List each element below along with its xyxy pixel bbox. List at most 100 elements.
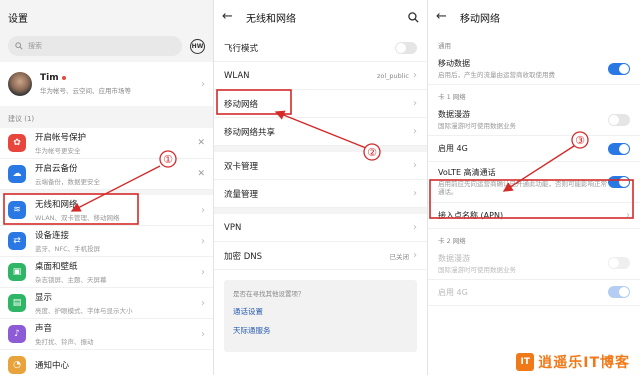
dns-value: 已关闭 xyxy=(389,252,410,261)
suggestion-title: 开启帐号保护 xyxy=(35,133,87,143)
group-sim2-label: 卡 2 网络 xyxy=(438,236,466,245)
item-title: 显示 xyxy=(35,293,53,303)
row-title: 数据漫游 xyxy=(438,253,470,263)
suggestion-cloud-backup[interactable]: ☁ 开启云备份 云端备份，数据更安全 ✕ xyxy=(0,159,213,190)
row-label: WLAN xyxy=(224,70,250,81)
chevron-right-icon: › xyxy=(413,126,417,137)
device-link-icon: ⇄ xyxy=(8,232,26,250)
close-icon[interactable]: ✕ xyxy=(197,138,205,148)
row-label: 双卡管理 xyxy=(224,161,259,172)
avatar xyxy=(8,72,32,96)
row-title: VoLTE 高清通话 xyxy=(438,168,496,178)
account-name: Tim xyxy=(40,73,59,83)
mobile-network-row[interactable]: 移动网络 › xyxy=(214,90,427,118)
chevron-right-icon: › xyxy=(201,266,205,278)
account-sub: 华为帐号、云空间、应用市场等 xyxy=(40,87,131,95)
airplane-mode-toggle[interactable] xyxy=(395,41,417,54)
chevron-right-icon: › xyxy=(201,235,205,247)
apn-row[interactable]: 接入点名称 (APN) › xyxy=(428,203,640,229)
volte-row[interactable]: VoLTE 高清通话 启用前应先向运营商确认已开通此功能，否则可能影响正常通话。 xyxy=(428,162,640,203)
chevron-right-icon: › xyxy=(201,328,205,340)
sound-icon: ♪ xyxy=(8,325,26,343)
chevron-right-icon: › xyxy=(413,160,417,171)
group-general-label: 通用 xyxy=(438,42,451,50)
notification-dot xyxy=(61,75,66,80)
wireless-title: 无线和网络 xyxy=(246,13,296,25)
watermark-logo: IT xyxy=(516,353,535,371)
row-title: 启用 4G xyxy=(438,287,468,297)
settings-item-wallpaper[interactable]: ▣ 桌面和壁纸 杂志锁屏、主题、天屏幕 › xyxy=(0,257,213,288)
item-sub: WLAN、双卡管理、移动网络 xyxy=(35,214,120,222)
settings-item-notify[interactable]: ◔ 通知中心 xyxy=(0,350,213,375)
mobile-network-header: ← 移动网络 xyxy=(428,0,640,34)
item-sub: 免打扰、铃声、振动 xyxy=(35,338,94,346)
row-title: 数据漫游 xyxy=(438,110,470,120)
back-arrow-icon[interactable]: ← xyxy=(222,10,236,24)
row-title: 接入点名称 (APN) xyxy=(438,210,504,220)
enable-4g2-toggle xyxy=(608,286,630,299)
wifi-icon: ≋ xyxy=(8,201,26,219)
enable-4g-row[interactable]: 启用 4G xyxy=(428,136,640,163)
chevron-right-icon: › xyxy=(201,297,205,309)
chevron-right-icon: › xyxy=(626,209,630,221)
display-icon: ▤ xyxy=(8,294,26,312)
row-label: 流量管理 xyxy=(224,189,259,200)
chevron-right-icon: › xyxy=(413,250,417,261)
vpn-row[interactable]: VPN › xyxy=(214,214,427,242)
row-label: 加密 DNS xyxy=(224,251,263,262)
row-label: VPN xyxy=(224,222,242,233)
row-title: 启用 4G xyxy=(438,144,468,154)
suggestion-account-protect[interactable]: ✿ 开启帐号保护 华为帐号更安全 ✕ xyxy=(0,128,213,159)
mobile-data-row[interactable]: 移动数据 启用后，产生的流量由运营商收取使用费 xyxy=(428,53,640,86)
enable-4g-toggle[interactable] xyxy=(608,142,630,155)
roaming2-row: 数据漫游 国际漫游时可使用数据业务 xyxy=(428,248,640,280)
chevron-right-icon: › xyxy=(413,70,417,81)
row-sub: 国际漫游时可使用数据业务 xyxy=(438,122,516,131)
chevron-right-icon: › xyxy=(201,78,205,90)
suggestion-sub: 云端备份，数据更安全 xyxy=(35,178,100,186)
roaming-toggle[interactable] xyxy=(608,113,630,126)
item-sub: 蓝牙、NFC、手机投屏 xyxy=(35,245,101,253)
mobile-network-title: 移动网络 xyxy=(460,13,500,25)
wlan-value: zol_public xyxy=(376,71,409,80)
account-row[interactable]: Tim 华为帐号、云空间、应用市场等 › xyxy=(0,62,213,106)
search-placeholder: 搜索 xyxy=(28,42,42,50)
suggestion-title: 开启云备份 xyxy=(35,164,78,174)
huawei-brand-icon: HW xyxy=(190,38,205,54)
row-label: 移动网络 xyxy=(224,99,259,110)
suggest-question: 是否在寻找其他设置项？ xyxy=(233,290,305,298)
mobile-data-toggle[interactable] xyxy=(608,62,630,75)
suggest-box: 是否在寻找其他设置项？ 通话设置 天际通服务 xyxy=(224,280,417,352)
settings-item-sound[interactable]: ♪ 声音 免打扰、铃声、振动 › xyxy=(0,319,213,350)
item-title: 通知中心 xyxy=(35,361,70,371)
notify-icon: ◔ xyxy=(8,356,26,374)
settings-item-wireless[interactable]: ≋ 无线和网络 WLAN、双卡管理、移动网络 › xyxy=(0,195,213,226)
enable-4g2-row: 启用 4G xyxy=(428,280,640,306)
dual-sim-row[interactable]: 双卡管理 › xyxy=(214,152,427,180)
tethering-row[interactable]: 移动网络共享 › xyxy=(214,118,427,146)
wlan-row[interactable]: WLAN zol_public › xyxy=(214,62,427,90)
wallpaper-icon: ▣ xyxy=(8,263,26,281)
private-dns-row[interactable]: 加密 DNS 已关闭 › xyxy=(214,242,427,270)
item-sub: 亮度、护眼模式、字体与显示大小 xyxy=(35,307,133,315)
chevron-right-icon: › xyxy=(413,98,417,109)
wireless-panel: ← 无线和网络 飞行模式 WLAN zol_public › 移动网络 › 移动… xyxy=(213,0,427,375)
watermark-text: 逍遥乐IT博客 xyxy=(538,355,630,371)
item-title: 设备连接 xyxy=(35,231,70,241)
back-arrow-icon[interactable]: ← xyxy=(436,10,450,24)
data-usage-row[interactable]: 流量管理 › xyxy=(214,180,427,208)
row-sub: 启用后，产生的流量由运营商收取使用费 xyxy=(438,71,555,79)
close-icon[interactable]: ✕ xyxy=(197,169,205,179)
airplane-mode-row[interactable]: 飞行模式 xyxy=(214,34,427,62)
roaming-row[interactable]: 数据漫游 国际漫游时可使用数据业务 xyxy=(428,104,640,137)
search-icon[interactable] xyxy=(408,11,419,23)
skytone-link[interactable]: 天际通服务 xyxy=(233,325,408,336)
cloud-backup-icon: ☁ xyxy=(8,165,26,183)
call-settings-link[interactable]: 通话设置 xyxy=(233,306,408,317)
row-label: 飞行模式 xyxy=(224,43,259,54)
search-input[interactable]: 搜索 xyxy=(8,36,182,56)
settings-item-display[interactable]: ▤ 显示 亮度、护眼模式、字体与显示大小 › xyxy=(0,288,213,319)
row-label: 移动网络共享 xyxy=(224,127,276,138)
volte-toggle[interactable] xyxy=(608,175,630,188)
settings-item-device-connect[interactable]: ⇄ 设备连接 蓝牙、NFC、手机投屏 › xyxy=(0,226,213,257)
